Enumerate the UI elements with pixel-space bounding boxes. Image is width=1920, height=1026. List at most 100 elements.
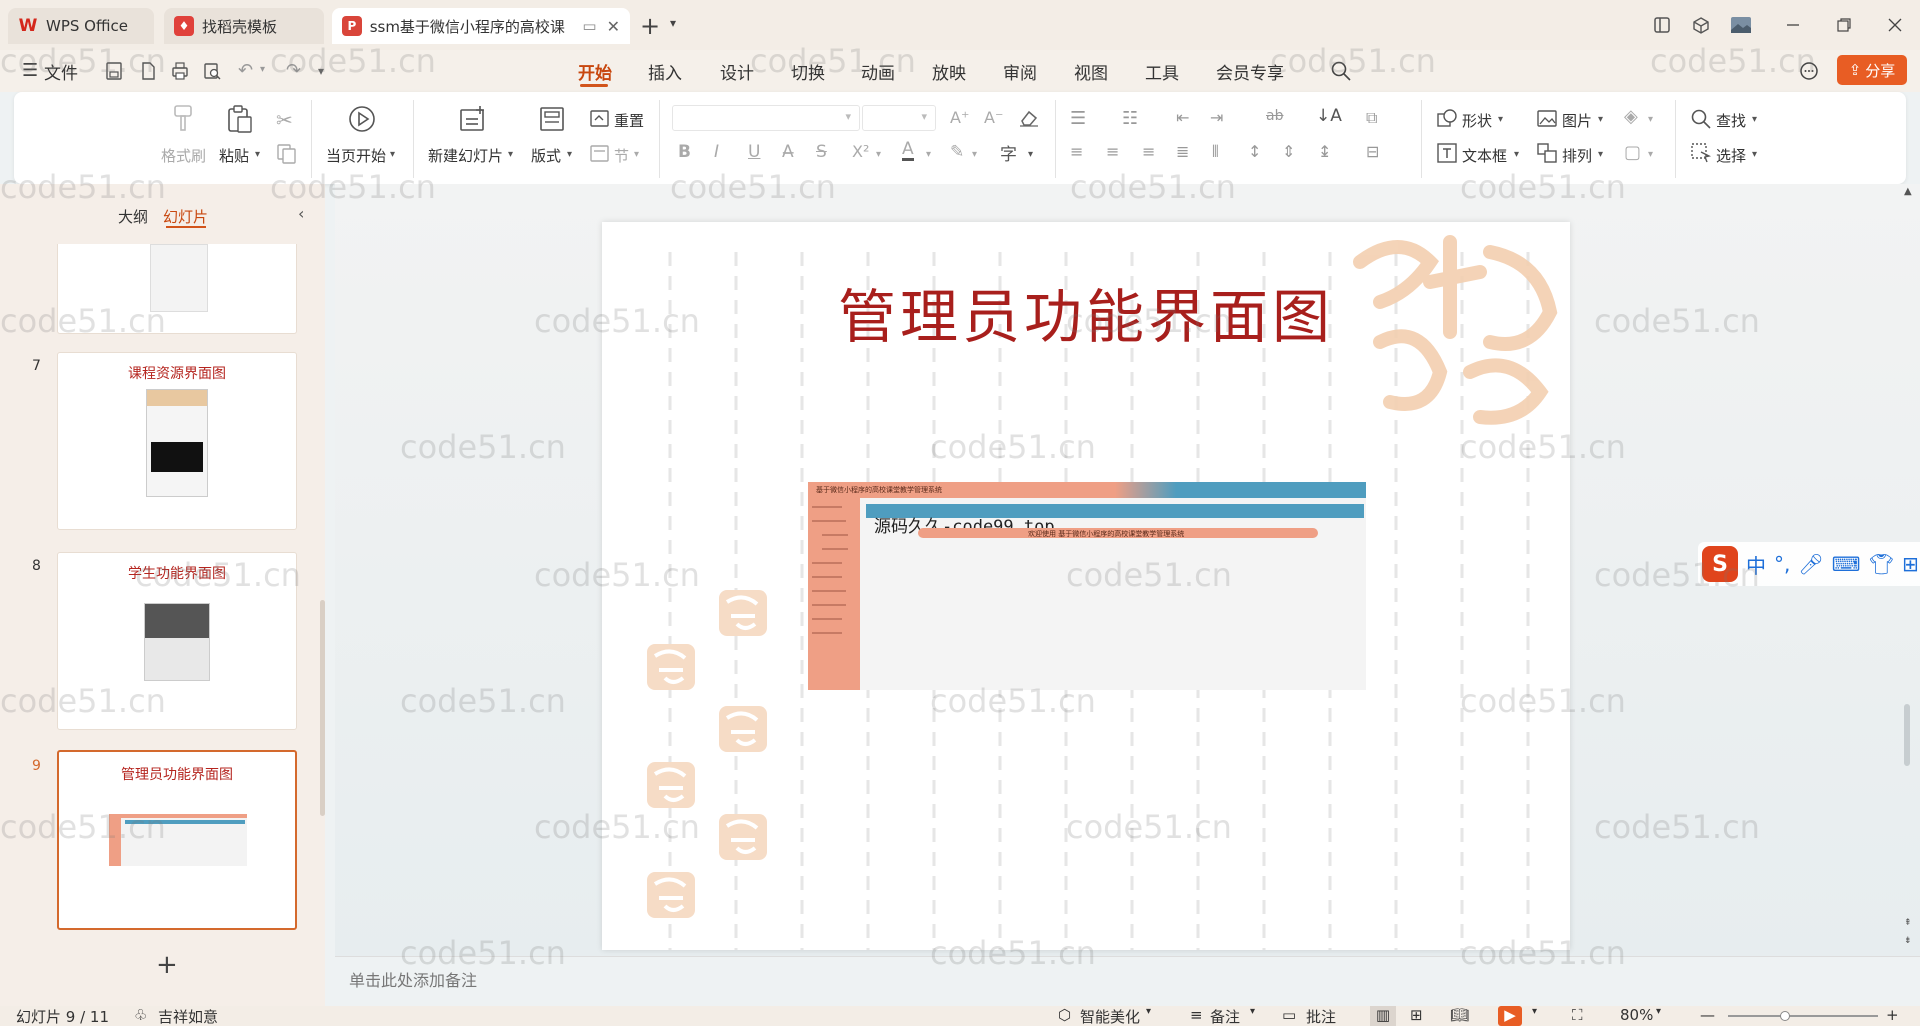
export-pdf-icon[interactable] [138,61,158,81]
fill-icon[interactable]: ◈ [1624,106,1638,127]
select-chevron-icon[interactable]: ▾ [1752,149,1757,160]
cut-icon[interactable]: ✂ [276,108,293,132]
arrange-chevron-icon[interactable]: ▾ [1598,149,1603,160]
highlight-chevron-icon[interactable]: ▾ [972,149,977,160]
slide-editor[interactable]: 管理员功能界面图 基于微信小程序的高校课堂教学管理系统 源码久久-code99.… [602,222,1570,950]
slide-thumbnail-8[interactable]: 学生功能界面图 [57,552,297,730]
quick-access-chevron-icon[interactable]: ▾ [318,64,324,78]
menu-review[interactable]: 审阅 [1003,59,1037,84]
textbox-label[interactable]: 文本框 [1462,145,1507,166]
picture-icon[interactable] [1536,108,1558,130]
tab-outline[interactable]: 大纲 [118,206,148,227]
play-from-current-label[interactable]: 当页开始 [326,145,386,166]
prev-slide-icon[interactable]: ⇞ [1904,918,1912,928]
outline-icon[interactable]: ▢ [1624,142,1641,163]
comment-icon[interactable]: ▭ [1282,1006,1296,1024]
comment-label[interactable]: 批注 [1306,1006,1336,1026]
layout-chevron-icon[interactable]: ▾ [567,149,572,160]
layout-label[interactable]: 版式 [531,145,561,166]
toolbox-icon[interactable]: ⊞ [1902,552,1919,576]
align-right-icon[interactable]: ≡ [1142,142,1155,161]
skin-icon[interactable]: 👕︎ [1869,552,1894,576]
zoom-out-icon[interactable]: — [1700,1006,1715,1024]
outline-chevron-icon[interactable]: ▾ [1648,149,1653,160]
play-from-current-icon[interactable] [347,104,377,134]
font-color-chevron-icon[interactable]: ▾ [926,149,931,160]
text-direction-icon[interactable]: ab [1266,108,1283,124]
new-slide-icon[interactable] [458,104,488,134]
increase-indent-icon[interactable]: ⇥ [1210,108,1223,127]
shape-chevron-icon[interactable]: ▾ [1498,114,1503,125]
embedded-screenshot[interactable]: 基于微信小程序的高校课堂教学管理系统 源码久久-code99.top 欢迎使用 … [808,482,1366,690]
save-icon[interactable] [104,61,124,81]
select-label[interactable]: 选择 [1716,145,1746,166]
text-align-icon[interactable]: ⊟ [1366,142,1379,161]
superscript-icon[interactable]: X² [852,142,869,161]
chevron-down-icon[interactable]: ▾ [1250,1006,1255,1017]
chat-icon[interactable] [1798,60,1820,82]
tab-wps-office[interactable]: W WPS Office [8,8,154,44]
phonetic-chevron-icon[interactable]: ▾ [1028,149,1033,160]
tab-list-chevron-icon[interactable]: ▾ [670,16,676,30]
play-chevron-icon[interactable]: ▾ [390,149,395,160]
zoom-level[interactable]: 80% [1620,1006,1653,1024]
zoom-in-icon[interactable]: + [1886,1006,1899,1024]
notes-pane[interactable]: 单击此处添加备注 [335,956,1920,1006]
section-chevron-icon[interactable]: ▾ [634,149,639,160]
reading-view-icon[interactable]: 📖︎ [1450,1006,1469,1024]
menu-file[interactable]: 文件 [44,59,78,84]
menu-animations[interactable]: 动画 [861,59,895,84]
menu-member[interactable]: 会员专享 [1216,59,1284,84]
chevron-down-icon[interactable]: ▾ [1146,1006,1151,1017]
slide-thumbnail-9[interactable]: 管理员功能界面图 [57,750,297,930]
fit-window-icon[interactable]: ⛶ [1572,1006,1583,1024]
slide-thumbnail-7[interactable]: 课程资源界面图 [57,352,297,530]
strikethrough-icon[interactable]: S [816,142,827,162]
chevron-down-icon[interactable]: ▾ [1532,1006,1537,1017]
reset-icon[interactable] [589,108,611,130]
collapse-panel-icon[interactable]: ‹ [298,204,304,223]
print-icon[interactable] [170,61,190,81]
tab-docer[interactable]: ♦ 找稻壳模板 [164,8,324,44]
reset-label[interactable]: 重置 [614,110,644,131]
ime-toolbar[interactable]: S 中 °, 🎤︎ ⌨ 👕︎ ⊞ [1698,542,1920,586]
arrange-label[interactable]: 排列 [1562,145,1592,166]
find-icon[interactable] [1690,108,1712,130]
normal-view-icon[interactable]: ▥ [1370,1006,1396,1026]
avatar[interactable] [1728,12,1754,38]
text-shadow-icon[interactable]: A̶ [782,142,794,162]
convert-smartart-icon[interactable]: ⧉ [1366,108,1377,128]
paragraph-spacing-icon[interactable]: ⇕ [1282,142,1295,161]
paste-label[interactable]: 粘贴 [219,145,249,166]
find-chevron-icon[interactable]: ▾ [1752,114,1757,125]
menu-view[interactable]: 视图 [1074,59,1108,84]
slide-thumbnail-6[interactable] [57,244,297,334]
sort-icon[interactable]: ↓A [1316,106,1342,126]
new-tab-icon[interactable]: + [640,12,660,40]
shape-icon[interactable] [1436,108,1458,130]
copy-icon[interactable] [276,143,298,165]
new-slide-chevron-icon[interactable]: ▾ [508,149,513,160]
theme-icon[interactable]: ♧ [134,1006,147,1024]
superscript-chevron-icon[interactable]: ▾ [876,149,881,160]
phonetic-icon[interactable]: 字 [1000,140,1017,165]
numbered-list-icon[interactable]: ☷ [1122,108,1138,129]
slide-title[interactable]: 管理员功能界面图 [702,270,1470,354]
share-button[interactable]: ⇪ 分享 [1837,55,1907,85]
chevron-down-icon[interactable]: ▾ [1656,1006,1661,1017]
search-icon[interactable] [1330,60,1352,82]
underline-icon[interactable]: U [748,142,760,162]
italic-icon[interactable]: I [714,142,719,162]
align-left-icon[interactable]: ≡ [1070,142,1083,161]
canvas-scrollbar[interactable] [1904,704,1910,766]
play-slideshow-icon[interactable]: ▶ [1498,1006,1522,1026]
menu-insert[interactable]: 插入 [648,59,682,84]
section-icon[interactable] [589,143,611,165]
menu-home[interactable]: 开始 [578,59,612,84]
layout-icon[interactable] [1649,12,1675,38]
zoom-slider-track[interactable] [1728,1015,1878,1017]
undo-chevron-icon[interactable]: ▾ [260,64,265,75]
keyboard-icon[interactable]: ⌨ [1832,552,1861,576]
cube-icon[interactable] [1688,12,1714,38]
menu-design[interactable]: 设计 [720,59,754,84]
